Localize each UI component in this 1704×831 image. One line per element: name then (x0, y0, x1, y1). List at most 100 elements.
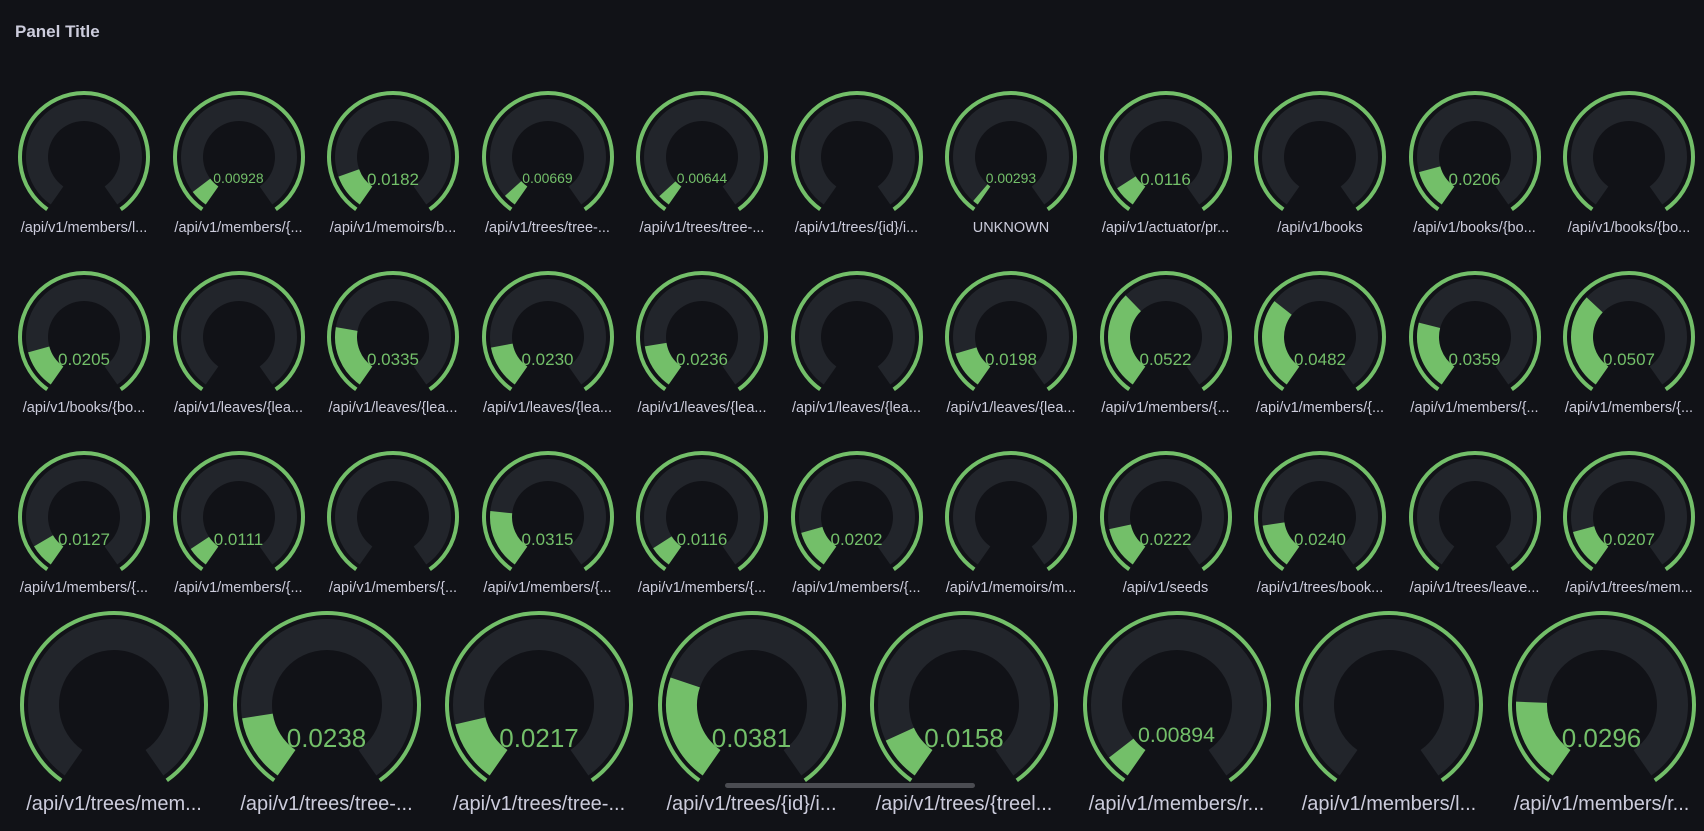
gauge-label: /api/v1/books (1277, 219, 1363, 236)
gauge: 0.0335/api/v1/leaves/{lea... (323, 270, 463, 427)
gauge: /api/v1/trees/leave... (1405, 450, 1545, 607)
gauge-value: 0.0182 (367, 169, 419, 189)
gauge: 0.0127/api/v1/members/{... (14, 450, 154, 607)
gauge-value: 0.0207 (1603, 529, 1655, 549)
gauge-value: 0.0116 (1140, 169, 1191, 189)
gauge-track (335, 459, 451, 565)
gauge-arc (1563, 271, 1695, 392)
gauge-value: 0.0116 (676, 529, 728, 549)
gauge-arc (232, 611, 421, 782)
gauge-value: 0.00894 (1137, 723, 1216, 748)
gauge: /api/v1/trees/mem... (14, 610, 214, 831)
gauge-arc (1254, 271, 1386, 392)
gauge-arc (481, 271, 614, 392)
gauge-track (798, 99, 915, 205)
gauge-label: /api/v1/members/l... (20, 219, 148, 236)
gauge-label: /api/v1/leaves/{lea... (483, 399, 612, 416)
gauge-value: 0.00928 (213, 169, 264, 186)
gauge-label: /api/v1/books/{bo... (22, 399, 146, 416)
gauge-value: 0.0238 (286, 723, 367, 754)
gauge-value: 0.0202 (830, 529, 883, 549)
gauge: /api/v1/memoirs/m... (941, 450, 1081, 607)
gauge: /api/v1/leaves/{lea... (169, 270, 309, 427)
gauge-track (798, 279, 915, 385)
gauge-value: 0.0522 (1139, 349, 1192, 369)
gauge-label: /api/v1/trees/book... (1256, 579, 1384, 596)
gauge-arc (1254, 451, 1386, 572)
gauge-track (1303, 619, 1475, 776)
gauge-label: /api/v1/members/{... (1564, 399, 1694, 416)
gauge-value: 0.0236 (676, 349, 728, 369)
gauge-value-fill (659, 181, 682, 205)
gauge-label: /api/v1/members/{... (1410, 399, 1539, 416)
gauge-arc (1563, 91, 1695, 212)
gauge-track (953, 459, 1069, 565)
gauge-value: 0.0296 (1561, 723, 1642, 754)
gauge-value-fill (504, 180, 528, 205)
gauge: 0.0111/api/v1/members/{... (169, 450, 309, 607)
gauge: /api/v1/books/{bo... (1559, 90, 1699, 247)
gauge-value: 0.0335 (367, 349, 419, 369)
gauge-arc (636, 451, 768, 572)
gauge-label: /api/v1/leaves/{lea... (792, 399, 921, 416)
gauge-arc (445, 611, 633, 782)
gauge-arc (790, 91, 923, 212)
gauge-grid: /api/v1/members/l... 0.00928/api/v1/membe… (0, 0, 1704, 815)
gauge-value: 0.0482 (1294, 349, 1346, 369)
gauge: 0.0482/api/v1/members/{... (1250, 270, 1390, 427)
gauge-label: /api/v1/trees/tree-... (452, 793, 626, 816)
gauge-value-fill (192, 178, 219, 205)
gauge-arc (18, 91, 150, 212)
gauge-arc (657, 611, 846, 782)
gauge-label: /api/v1/members/l... (1301, 793, 1477, 816)
gauge: 0.0296/api/v1/members/r... (1502, 610, 1702, 831)
gauge: 0.0240/api/v1/trees/book... (1250, 450, 1390, 607)
gauge: 0.0230/api/v1/leaves/{lea... (478, 270, 618, 427)
horizontal-scrollbar[interactable] (725, 783, 975, 788)
gauge-arc (327, 271, 459, 392)
gauge-value: 0.0315 (521, 529, 574, 549)
gauge-arc (18, 271, 150, 392)
gauge-arc (327, 451, 459, 572)
gauge: 0.00894/api/v1/members/r... (1077, 610, 1277, 831)
gauge-arc (1099, 91, 1232, 212)
gauge: /api/v1/members/l... (14, 90, 154, 247)
gauge-value: 0.00669 (522, 169, 573, 186)
gauge: 0.00928/api/v1/members/{... (169, 90, 309, 247)
gauge-arc (945, 271, 1077, 392)
gauge: /api/v1/books (1250, 90, 1390, 247)
gauge-value: 0.00644 (676, 169, 728, 186)
gauge-value: 0.0198 (985, 349, 1037, 369)
gauge: 0.0522/api/v1/members/{... (1096, 270, 1236, 427)
gauge: /api/v1/trees/{id}/i... (787, 90, 927, 247)
gauge-track (1416, 459, 1533, 565)
gauge-arc (945, 451, 1077, 572)
gauge-label: /api/v1/trees/mem... (1565, 579, 1693, 596)
gauge-arc (636, 91, 768, 212)
gauge-arc (172, 451, 305, 572)
gauge-label: /api/v1/leaves/{lea... (328, 399, 458, 416)
gauge-label: /api/v1/actuator/pr... (1101, 219, 1230, 236)
gauge-label: /api/v1/memoirs/m... (945, 579, 1077, 596)
gauge: 0.0236/api/v1/leaves/{lea... (632, 270, 772, 427)
gauge: 0.0381/api/v1/trees/{id}/i... (652, 610, 852, 831)
gauge: /api/v1/members/l... (1289, 610, 1489, 831)
gauge-value: 0.0381 (711, 723, 792, 754)
gauge: 0.0217/api/v1/trees/tree-... (439, 610, 639, 831)
gauge: 0.0158/api/v1/trees/{treel... (864, 610, 1064, 831)
gauge-label: /api/v1/members/{... (637, 579, 767, 596)
gauge-arc (1408, 91, 1541, 212)
gauge-label: /api/v1/trees/{treel... (875, 793, 1053, 816)
gauge-label: /api/v1/trees/leave... (1409, 579, 1540, 596)
gauge: 0.0222/api/v1/seeds (1096, 450, 1236, 607)
gauge-label: /api/v1/trees/{id}/i... (666, 793, 837, 816)
gauge-value-fill (1108, 738, 1146, 776)
gauge-arc (636, 271, 768, 392)
gauge: 0.0315/api/v1/members/{... (478, 450, 618, 607)
gauge: 0.0205/api/v1/books/{bo... (14, 270, 154, 427)
gauge-label: /api/v1/members/{... (174, 219, 303, 236)
gauge: 0.0206/api/v1/books/{bo... (1405, 90, 1545, 247)
gauge: /api/v1/leaves/{lea... (787, 270, 927, 427)
gauge-track (1571, 99, 1687, 205)
gauge-value: 0.00293 (985, 169, 1037, 186)
